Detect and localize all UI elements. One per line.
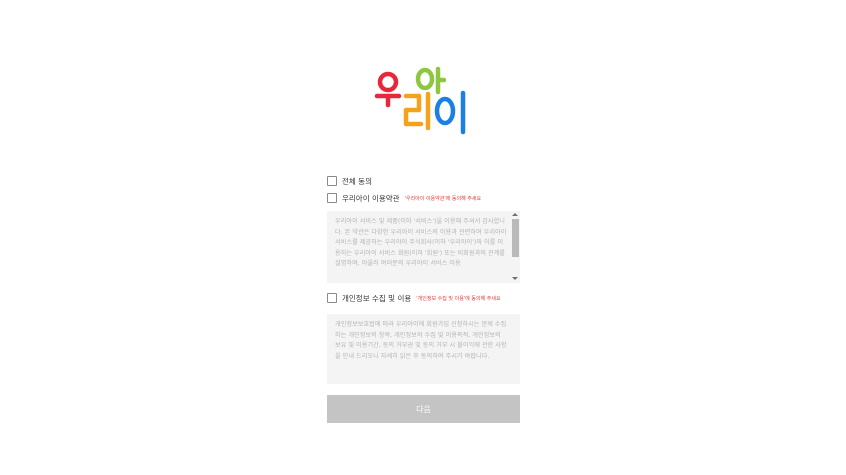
agree-all-checkbox[interactable]	[327, 176, 337, 186]
terms-row[interactable]: 우리아이 이용약관 '우리아이 이용약관'에 동의해 주세요	[327, 191, 520, 205]
logo-glyph-u	[374, 71, 402, 108]
privacy-text: 개인정보보호법에 따라 우리아이에 회원가입 신청하시는 분께 수집하는 개인정…	[335, 321, 507, 360]
logo-glyph-a	[415, 66, 447, 95]
terms-label: 우리아이 이용약관	[342, 193, 400, 203]
logo-mark	[374, 66, 466, 135]
privacy-row[interactable]: 개인정보 수집 및 이용 '개인정보 수집 및 이용'에 동의해 주세요	[327, 291, 520, 305]
scroll-up-arrow-icon[interactable]	[512, 213, 518, 216]
agree-all-label: 전체 동의	[342, 176, 372, 186]
wooriai-logo	[374, 66, 474, 136]
scroll-down-arrow-icon[interactable]	[512, 277, 518, 280]
privacy-warning: '개인정보 수집 및 이용'에 동의해 주세요	[416, 295, 501, 302]
privacy-checkbox[interactable]	[327, 293, 337, 303]
privacy-label: 개인정보 수집 및 이용	[342, 293, 412, 303]
logo-glyph-i	[434, 90, 466, 135]
next-button[interactable]: 다음	[327, 395, 520, 423]
scroll-thumb[interactable]	[512, 219, 519, 257]
terms-form: 전체 동의 우리아이 이용약관 '우리아이 이용약관'에 동의해 주세요 우리아…	[327, 170, 520, 423]
signup-terms-page: 전체 동의 우리아이 이용약관 '우리아이 이용약관'에 동의해 주세요 우리아…	[0, 0, 846, 475]
terms-textarea[interactable]: 우리아이 서비스 및 제품(이하 '서비스')을 이용해 주셔서 감사합니다. …	[327, 211, 520, 283]
terms-scrollbar[interactable]	[511, 211, 519, 283]
agree-all-row[interactable]: 전체 동의	[327, 174, 520, 188]
terms-warning: '우리아이 이용약관'에 동의해 주세요	[404, 195, 482, 202]
terms-checkbox[interactable]	[327, 193, 337, 203]
terms-text: 우리아이 서비스 및 제품(이하 '서비스')을 이용해 주셔서 감사합니다. …	[335, 218, 507, 268]
logo-glyph-ri	[403, 91, 431, 131]
privacy-textarea[interactable]: 개인정보보호법에 따라 우리아이에 회원가입 신청하시는 분께 수집하는 개인정…	[327, 314, 520, 384]
